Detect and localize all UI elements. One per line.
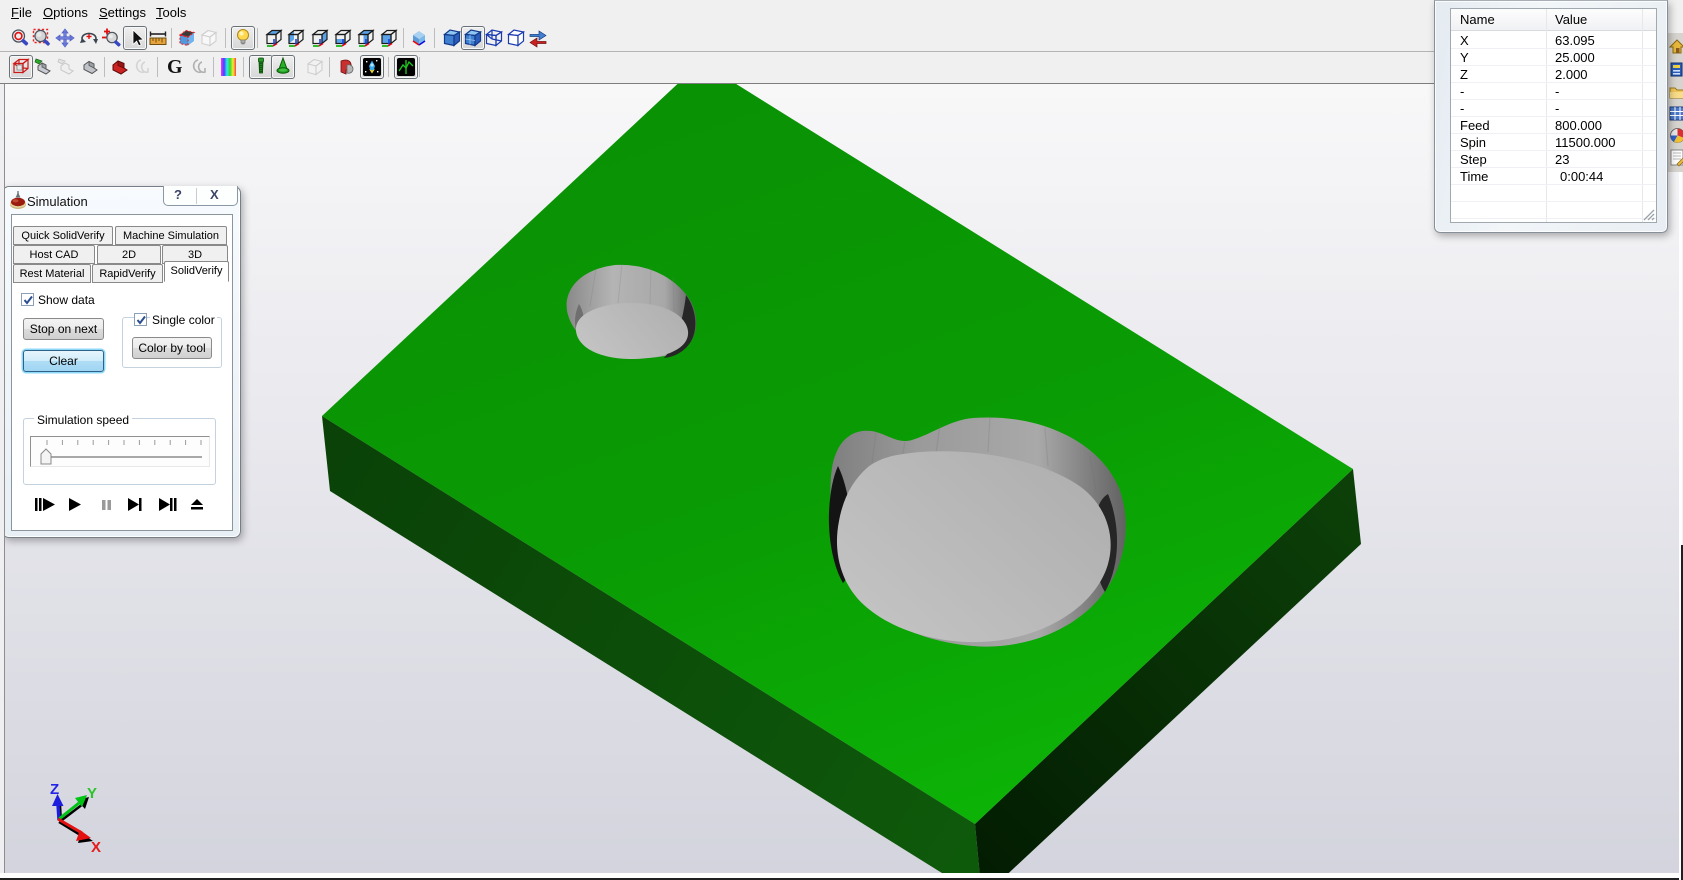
svg-text:Y: Y <box>87 785 97 802</box>
svg-text:X: X <box>91 839 101 856</box>
svg-text:G: G <box>167 56 183 78</box>
svg-text:Z: Z <box>50 781 59 798</box>
